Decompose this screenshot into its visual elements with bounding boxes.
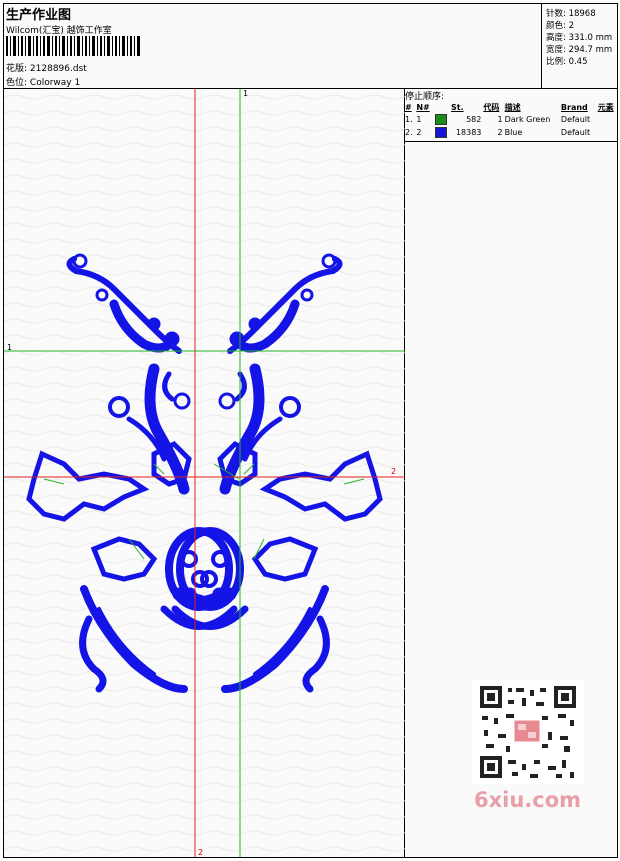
col-element: 元素 bbox=[597, 102, 614, 112]
table-header-row: # N# St. 代码 描述 Brand 元素 bbox=[404, 101, 618, 113]
col-code: 代码 bbox=[483, 102, 500, 112]
qr-code bbox=[472, 680, 584, 784]
guide-label-red-h: 2 bbox=[391, 467, 397, 476]
pattern-file: 花版: 2128896.dst bbox=[6, 64, 87, 74]
page-title: 生产作业图 bbox=[6, 8, 72, 23]
table-divider bbox=[404, 141, 618, 142]
guide-label-red-v: 2 bbox=[198, 848, 204, 857]
col-brand: Brand bbox=[560, 102, 588, 112]
col-stitches: St. bbox=[451, 102, 464, 112]
stat-height: 高度: 331.0 mm bbox=[546, 33, 613, 43]
stat-scale: 比例: 0.45 bbox=[546, 57, 588, 67]
table-row: 2. 2 18383 2 Blue Default bbox=[405, 127, 591, 138]
guide-label-green-v: 1 bbox=[243, 89, 249, 98]
stat-stitches: 针数: 18968 bbox=[546, 9, 596, 19]
watermark-logo: 6xiu.com bbox=[474, 788, 582, 812]
company-name: Wilcom(汇宝) 越饰工作室 bbox=[6, 26, 112, 36]
col-index: # bbox=[405, 102, 412, 112]
stats-box: 针数: 18968 颜色: 2 高度: 331.0 mm 宽度: 294.7 m… bbox=[541, 3, 618, 88]
colorway-value: Colorway 1 bbox=[29, 78, 81, 88]
color-swatch bbox=[434, 114, 447, 125]
pattern-file-value: 2128896.dst bbox=[29, 64, 87, 74]
stop-sequence-table: # N# St. 代码 描述 Brand 元素 1. 1 582 1 Dark … bbox=[404, 101, 618, 139]
color-swatch bbox=[434, 127, 447, 138]
stat-colors: 颜色: 2 bbox=[546, 21, 574, 31]
colorway: 色位: Colorway 1 bbox=[6, 78, 81, 88]
stat-width: 宽度: 294.7 mm bbox=[546, 45, 613, 55]
table-row: 1. 1 582 1 Dark Green Default bbox=[405, 114, 591, 125]
col-needle: N# bbox=[416, 102, 430, 112]
guide-label-green-h: 1 bbox=[7, 343, 13, 352]
col-description: 描述 bbox=[504, 102, 521, 112]
barcode bbox=[6, 36, 140, 56]
embroidery-design-preview bbox=[4, 89, 405, 857]
